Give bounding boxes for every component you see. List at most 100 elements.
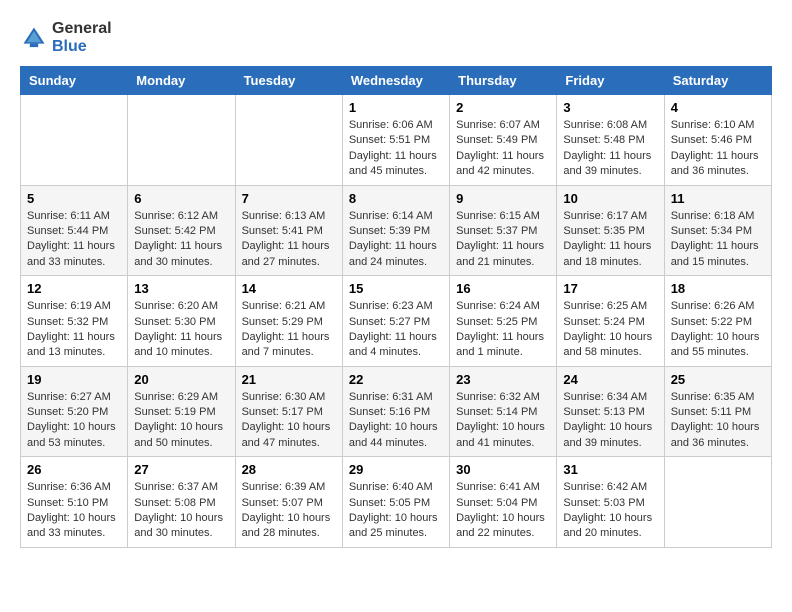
calendar-cell: 12Sunrise: 6:19 AMSunset: 5:32 PMDayligh… bbox=[21, 276, 128, 367]
day-info-line: Daylight: 11 hours and 4 minutes. bbox=[349, 330, 443, 361]
day-info-line: Daylight: 11 hours and 27 minutes. bbox=[242, 239, 336, 270]
day-number: 8 bbox=[349, 191, 443, 206]
day-info-line: Daylight: 11 hours and 7 minutes. bbox=[242, 330, 336, 361]
day-number: 2 bbox=[456, 100, 550, 115]
day-info-line: Sunset: 5:27 PM bbox=[349, 315, 443, 330]
day-info-line: Sunset: 5:48 PM bbox=[563, 133, 657, 148]
calendar-cell: 23Sunrise: 6:32 AMSunset: 5:14 PMDayligh… bbox=[450, 366, 557, 457]
day-info-line: Sunset: 5:34 PM bbox=[671, 224, 765, 239]
day-number: 15 bbox=[349, 281, 443, 296]
day-info-line: Sunset: 5:42 PM bbox=[134, 224, 228, 239]
logo: General Blue bbox=[20, 20, 112, 56]
day-info-line: Sunrise: 6:40 AM bbox=[349, 480, 443, 495]
calendar-cell: 11Sunrise: 6:18 AMSunset: 5:34 PMDayligh… bbox=[664, 185, 771, 276]
day-number: 12 bbox=[27, 281, 121, 296]
day-info-line: Sunrise: 6:34 AM bbox=[563, 390, 657, 405]
day-number: 7 bbox=[242, 191, 336, 206]
calendar-cell bbox=[128, 95, 235, 186]
weekday-monday: Monday bbox=[128, 67, 235, 95]
day-info-line: Sunrise: 6:29 AM bbox=[134, 390, 228, 405]
day-info-line: Sunset: 5:30 PM bbox=[134, 315, 228, 330]
calendar-cell bbox=[21, 95, 128, 186]
day-number: 16 bbox=[456, 281, 550, 296]
day-info-line: Daylight: 11 hours and 1 minute. bbox=[456, 330, 550, 361]
day-info-line: Sunset: 5:41 PM bbox=[242, 224, 336, 239]
day-info-line: Sunset: 5:03 PM bbox=[563, 496, 657, 511]
day-number: 1 bbox=[349, 100, 443, 115]
day-info-line: Sunset: 5:08 PM bbox=[134, 496, 228, 511]
day-info-line: Sunrise: 6:23 AM bbox=[349, 299, 443, 314]
day-number: 22 bbox=[349, 372, 443, 387]
logo-icon bbox=[20, 24, 48, 52]
weekday-sunday: Sunday bbox=[21, 67, 128, 95]
day-info-line: Sunset: 5:29 PM bbox=[242, 315, 336, 330]
calendar-cell: 26Sunrise: 6:36 AMSunset: 5:10 PMDayligh… bbox=[21, 457, 128, 548]
day-info-line: Daylight: 10 hours and 25 minutes. bbox=[349, 511, 443, 542]
day-info-line: Sunrise: 6:25 AM bbox=[563, 299, 657, 314]
calendar-cell: 6Sunrise: 6:12 AMSunset: 5:42 PMDaylight… bbox=[128, 185, 235, 276]
day-number: 21 bbox=[242, 372, 336, 387]
day-info-line: Daylight: 10 hours and 33 minutes. bbox=[27, 511, 121, 542]
day-info-line: Daylight: 11 hours and 24 minutes. bbox=[349, 239, 443, 270]
calendar-cell: 24Sunrise: 6:34 AMSunset: 5:13 PMDayligh… bbox=[557, 366, 664, 457]
calendar-cell: 8Sunrise: 6:14 AMSunset: 5:39 PMDaylight… bbox=[342, 185, 449, 276]
day-number: 13 bbox=[134, 281, 228, 296]
day-number: 3 bbox=[563, 100, 657, 115]
day-info-line: Sunrise: 6:18 AM bbox=[671, 209, 765, 224]
day-info-line: Daylight: 10 hours and 20 minutes. bbox=[563, 511, 657, 542]
day-info-line: Sunrise: 6:13 AM bbox=[242, 209, 336, 224]
day-info-line: Sunset: 5:25 PM bbox=[456, 315, 550, 330]
day-info-line: Daylight: 11 hours and 18 minutes. bbox=[563, 239, 657, 270]
day-info-line: Sunrise: 6:14 AM bbox=[349, 209, 443, 224]
day-info-line: Sunrise: 6:11 AM bbox=[27, 209, 121, 224]
weekday-header-row: Sunday Monday Tuesday Wednesday Thursday… bbox=[21, 67, 772, 95]
day-info-line: Sunrise: 6:20 AM bbox=[134, 299, 228, 314]
day-info-line: Sunset: 5:24 PM bbox=[563, 315, 657, 330]
day-number: 11 bbox=[671, 191, 765, 206]
day-info-line: Sunrise: 6:07 AM bbox=[456, 118, 550, 133]
day-info-line: Sunrise: 6:39 AM bbox=[242, 480, 336, 495]
calendar-cell: 16 Sunrise: 6:24 AMSunset: 5:25 PMDayligh… bbox=[450, 276, 557, 367]
day-number: 10 bbox=[563, 191, 657, 206]
day-info-line: Sunset: 5:04 PM bbox=[456, 496, 550, 511]
day-info-line: Sunset: 5:37 PM bbox=[456, 224, 550, 239]
day-info-line: Sunset: 5:14 PM bbox=[456, 405, 550, 420]
day-info-line: Sunrise: 6:30 AM bbox=[242, 390, 336, 405]
day-info-line: Daylight: 11 hours and 21 minutes. bbox=[456, 239, 550, 270]
day-info-line: Daylight: 10 hours and 39 minutes. bbox=[563, 420, 657, 451]
calendar-table: Sunday Monday Tuesday Wednesday Thursday… bbox=[20, 66, 772, 548]
calendar-cell: 5Sunrise: 6:11 AMSunset: 5:44 PMDaylight… bbox=[21, 185, 128, 276]
day-info-line: Sunrise: 6:27 AM bbox=[27, 390, 121, 405]
logo-blue: Blue bbox=[52, 38, 87, 55]
day-number: 9 bbox=[456, 191, 550, 206]
day-info-line: Sunset: 5:05 PM bbox=[349, 496, 443, 511]
day-info-line: Sunrise: 6:21 AM bbox=[242, 299, 336, 314]
day-info-line: Sunrise: 6:32 AM bbox=[456, 390, 550, 405]
calendar-cell: 29 Sunrise: 6:40 AMSunset: 5:05 PMDayligh… bbox=[342, 457, 449, 548]
day-info-line: Sunset: 5:32 PM bbox=[27, 315, 121, 330]
day-info-line: Sunset: 5:13 PM bbox=[563, 405, 657, 420]
day-info-line: Sunrise: 6:10 AM bbox=[671, 118, 765, 133]
weekday-friday: Friday bbox=[557, 67, 664, 95]
weekday-wednesday: Wednesday bbox=[342, 67, 449, 95]
calendar-cell: 7 Sunrise: 6:13 AMSunset: 5:41 PMDaylight… bbox=[235, 185, 342, 276]
day-info-line: Sunset: 5:19 PM bbox=[134, 405, 228, 420]
day-number: 17 bbox=[563, 281, 657, 296]
day-info-line: Sunrise: 6:24 AM bbox=[456, 299, 550, 314]
day-info-line: Daylight: 10 hours and 44 minutes. bbox=[349, 420, 443, 451]
week-row-5: 26Sunrise: 6:36 AMSunset: 5:10 PMDayligh… bbox=[21, 457, 772, 548]
calendar-cell: 9Sunrise: 6:15 AMSunset: 5:37 PMDaylight… bbox=[450, 185, 557, 276]
day-info-line: Sunset: 5:35 PM bbox=[563, 224, 657, 239]
calendar-cell: 1Sunrise: 6:06 AMSunset: 5:51 PMDaylight… bbox=[342, 95, 449, 186]
day-info-line: Sunset: 5:22 PM bbox=[671, 315, 765, 330]
day-info-line: Sunset: 5:11 PM bbox=[671, 405, 765, 420]
calendar-cell bbox=[235, 95, 342, 186]
day-info-line: Sunrise: 6:37 AM bbox=[134, 480, 228, 495]
day-number: 27 bbox=[134, 462, 228, 477]
calendar-cell: 22Sunrise: 6:31 AMSunset: 5:16 PMDayligh… bbox=[342, 366, 449, 457]
calendar-cell: 19Sunrise: 6:27 AMSunset: 5:20 PMDayligh… bbox=[21, 366, 128, 457]
day-info-line: Sunrise: 6:08 AM bbox=[563, 118, 657, 133]
calendar-cell: 21Sunrise: 6:30 AMSunset: 5:17 PMDayligh… bbox=[235, 366, 342, 457]
day-number: 29 bbox=[349, 462, 443, 477]
day-info-line: Daylight: 10 hours and 30 minutes. bbox=[134, 511, 228, 542]
